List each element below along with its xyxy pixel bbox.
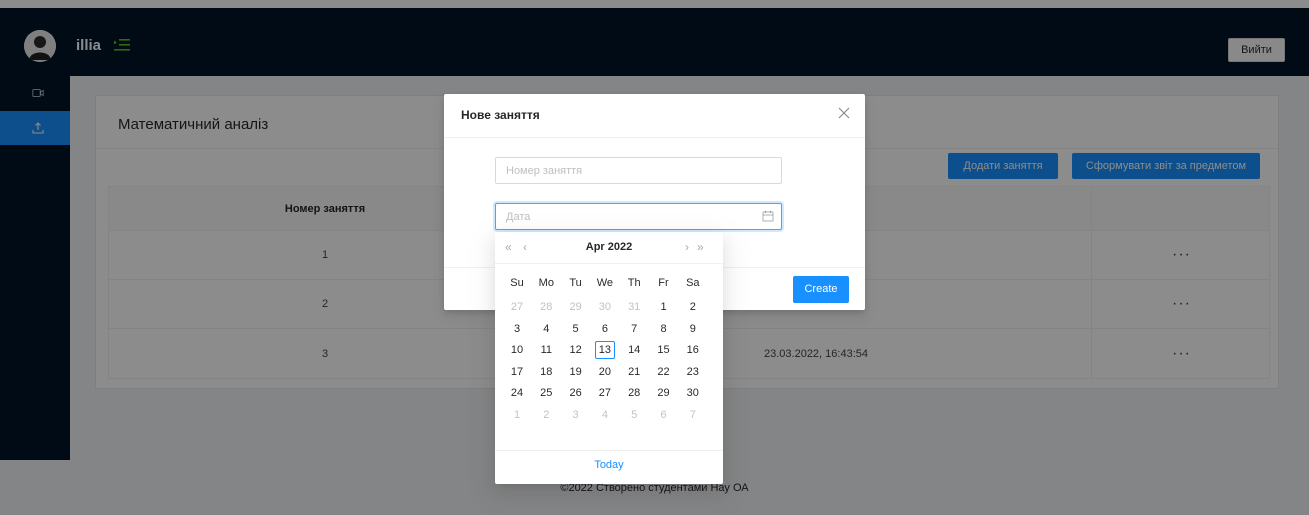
close-icon[interactable] — [837, 106, 851, 120]
calendar-day-cell[interactable]: 5 — [566, 320, 586, 338]
date-picker-header: « ‹ Apr 2022 › » — [495, 232, 723, 264]
modal-header-divider — [444, 137, 865, 138]
calendar-day-cell[interactable]: 8 — [654, 320, 674, 338]
calendar-day-cell[interactable]: 6 — [654, 406, 674, 424]
weekday-label: Fr — [658, 277, 669, 289]
calendar-icon[interactable] — [762, 210, 774, 222]
calendar-day-cell[interactable]: 29 — [654, 384, 674, 402]
calendar-day-cell[interactable]: 6 — [595, 320, 615, 338]
calendar-day-cell[interactable]: 15 — [654, 341, 674, 359]
weekday-label: Sa — [686, 277, 700, 289]
lesson-number-input[interactable] — [495, 157, 782, 184]
calendar-day-cell[interactable]: 1 — [654, 298, 674, 316]
calendar-day-cell[interactable]: 28 — [536, 298, 556, 316]
calendar-day-cell[interactable]: 22 — [654, 363, 674, 381]
calendar-day-cell[interactable]: 17 — [507, 363, 527, 381]
month-selector[interactable]: Apr — [586, 241, 605, 253]
date-input[interactable] — [495, 203, 782, 230]
today-link[interactable]: Today — [495, 459, 723, 471]
calendar-day-cell[interactable]: 18 — [536, 363, 556, 381]
calendar-day-cell[interactable]: 27 — [595, 384, 615, 402]
calendar-day-cell[interactable]: 25 — [536, 384, 556, 402]
date-picker-dropdown: « ‹ Apr 2022 › » Su Mo Tu We Th Fr Sa 27 28 29 30… — [495, 232, 723, 484]
weekday-label: We — [596, 277, 614, 289]
calendar-day-cell[interactable]: 19 — [566, 363, 586, 381]
calendar-day-cell[interactable]: 31 — [624, 298, 644, 316]
weekday-label: Mo — [538, 277, 554, 289]
weekday-label: Tu — [569, 277, 582, 289]
calendar-day-cell[interactable]: 20 — [595, 363, 615, 381]
weekday-label: Su — [510, 277, 524, 289]
calendar-day-cell[interactable]: 4 — [536, 320, 556, 338]
calendar-day-cell[interactable]: 3 — [566, 406, 586, 424]
calendar-day-cell[interactable]: 3 — [507, 320, 527, 338]
calendar-day-cell[interactable]: 23 — [683, 363, 703, 381]
calendar-day-cell[interactable]: 28 — [624, 384, 644, 402]
next-year-button[interactable]: » — [697, 240, 704, 254]
calendar-day-cell[interactable]: 21 — [624, 363, 644, 381]
calendar-day-cell[interactable]: 14 — [624, 341, 644, 359]
calendar-day-cell[interactable]: 4 — [595, 406, 615, 424]
calendar-day-cell[interactable]: 2 — [536, 406, 556, 424]
calendar-day-cell[interactable]: 12 — [566, 341, 586, 359]
year-selector[interactable]: 2022 — [608, 241, 632, 253]
calendar-day-cell[interactable]: 7 — [624, 320, 644, 338]
next-month-button[interactable]: › — [685, 240, 689, 254]
weekday-label: Th — [627, 277, 641, 289]
calendar-day-cell[interactable]: 5 — [624, 406, 644, 424]
calendar-day-cell[interactable]: 30 — [683, 384, 703, 402]
calendar-day-cell[interactable]: 11 — [536, 341, 556, 359]
calendar-day-cell[interactable]: 2 — [683, 298, 703, 316]
calendar-day-cell[interactable]: 16 — [683, 341, 703, 359]
calendar-day-cell[interactable]: 24 — [507, 384, 527, 402]
weekday-row: Su Mo Tu We Th Fr Sa — [507, 277, 711, 295]
calendar-day-cell[interactable]: 10 — [507, 341, 527, 359]
calendar-day-cell[interactable]: 13 — [594, 341, 615, 359]
calendar-day-cell[interactable]: 29 — [566, 298, 586, 316]
calendar-day-cell[interactable]: 27 — [507, 298, 527, 316]
calendar-day-cell[interactable]: 26 — [566, 384, 586, 402]
modal-title: Нове заняття — [461, 108, 540, 122]
calendar-day-cell[interactable]: 30 — [595, 298, 615, 316]
calendar-day-cell[interactable]: 1 — [507, 406, 527, 424]
calendar-day-cell[interactable]: 9 — [683, 320, 703, 338]
date-picker-footer-divider — [495, 450, 723, 451]
calendar-day-cell[interactable]: 7 — [683, 406, 703, 424]
create-button[interactable]: Create — [793, 276, 849, 303]
